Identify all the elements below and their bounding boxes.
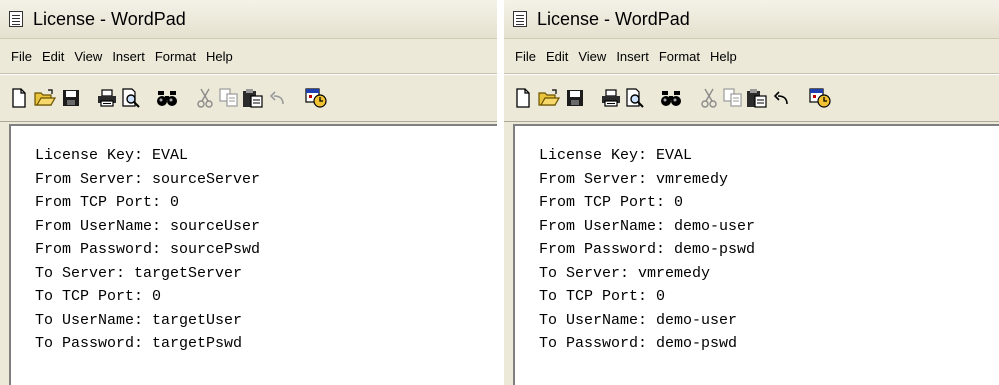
find-icon [157,91,177,106]
save-icon [567,90,583,106]
line-to-password: To Password: targetPswd [35,335,243,352]
line-to-server: To Server: vmremedy [539,264,711,282]
title-bar[interactable]: License - WordPad [0,0,497,39]
document-area[interactable]: License Key: EVAL From Server: sourceSer… [9,124,497,385]
undo-icon [269,91,284,105]
copy-button[interactable] [218,87,240,109]
line-to-password: To Password: demo-pswd [539,335,738,352]
paste-button[interactable] [746,87,768,109]
window-title: License - WordPad [537,8,690,29]
open-button[interactable] [34,87,56,109]
line-to-server: To Server: targetServer [35,264,243,282]
cut-icon [701,88,717,108]
wordpad-window-left: License - WordPad File Edit View Insert … [0,0,497,385]
undo-button[interactable] [266,87,288,109]
print-preview-icon [122,88,140,108]
open-icon [34,89,56,106]
save-icon [63,90,79,106]
menu-view[interactable]: View [69,47,107,66]
line-license-key: License Key: EVAL [35,147,189,164]
title-bar[interactable]: License - WordPad [504,0,999,39]
window-divider [497,0,504,385]
print-preview-icon [626,88,644,108]
line-from-server: From Server: vmremedy [539,170,729,188]
menu-view[interactable]: View [573,47,611,66]
toolbar [504,74,999,122]
undo-icon [773,91,788,105]
date-time-button[interactable] [305,87,327,109]
document-area[interactable]: License Key: EVAL From Server: vmremedy … [513,124,999,385]
find-icon [661,91,681,106]
line-from-password: From Password: demo-pswd [539,241,756,258]
find-button[interactable] [660,87,682,109]
paste-button[interactable] [242,87,264,109]
line-to-tcp-port: To TCP Port: 0 [35,288,162,305]
line-from-server: From Server: sourceServer [35,170,261,188]
line-from-username: From UserName: demo-user [539,217,756,235]
line-from-username: From UserName: sourceUser [35,217,261,235]
find-button[interactable] [156,87,178,109]
open-icon [538,89,560,106]
save-button[interactable] [564,87,586,109]
line-from-tcp-port: From TCP Port: 0 [35,194,180,211]
print-preview-button[interactable] [624,87,646,109]
cut-button[interactable] [698,87,720,109]
menu-bar: File Edit View Insert Format Help [0,39,497,74]
menu-edit[interactable]: Edit [541,47,573,66]
wordpad-app-icon[interactable] [513,11,527,27]
date-time-button[interactable] [809,87,831,109]
copy-button[interactable] [722,87,744,109]
print-button[interactable] [600,87,622,109]
line-license-key: License Key: EVAL [539,147,693,164]
open-button[interactable] [538,87,560,109]
document-text: License Key: EVAL From Server: sourceSer… [35,144,260,356]
cut-button[interactable] [194,87,216,109]
menu-file[interactable]: File [6,47,37,66]
line-to-tcp-port: To TCP Port: 0 [539,288,666,305]
menu-format[interactable]: Format [150,47,201,66]
save-button[interactable] [60,87,82,109]
wordpad-app-icon[interactable] [9,11,23,27]
print-icon [602,89,620,107]
menu-insert[interactable]: Insert [107,47,150,66]
line-from-tcp-port: From TCP Port: 0 [539,194,684,211]
print-button[interactable] [96,87,118,109]
date-time-icon [305,88,327,108]
new-button[interactable] [512,87,534,109]
line-to-username: To UserName: targetUser [35,311,243,329]
menu-insert[interactable]: Insert [611,47,654,66]
menu-bar: File Edit View Insert Format Help [504,39,999,74]
menu-help[interactable]: Help [201,47,238,66]
menu-format[interactable]: Format [654,47,705,66]
paste-icon [243,89,263,108]
menu-edit[interactable]: Edit [37,47,69,66]
cut-icon [197,88,213,108]
wordpad-window-right: License - WordPad File Edit View Insert … [504,0,999,385]
new-icon [516,88,530,108]
document-text: License Key: EVAL From Server: vmremedy … [539,144,755,356]
copy-icon [723,88,742,107]
print-preview-button[interactable] [120,87,142,109]
line-from-password: From Password: sourcePswd [35,241,261,258]
undo-button[interactable] [770,87,792,109]
window-title: License - WordPad [33,8,186,29]
menu-file[interactable]: File [510,47,541,66]
menu-help[interactable]: Help [705,47,742,66]
new-icon [12,88,26,108]
copy-icon [219,88,238,107]
toolbar [0,74,497,122]
paste-icon [747,89,767,108]
line-to-username: To UserName: demo-user [539,311,738,329]
new-button[interactable] [8,87,30,109]
print-icon [98,89,116,107]
date-time-icon [809,88,831,108]
